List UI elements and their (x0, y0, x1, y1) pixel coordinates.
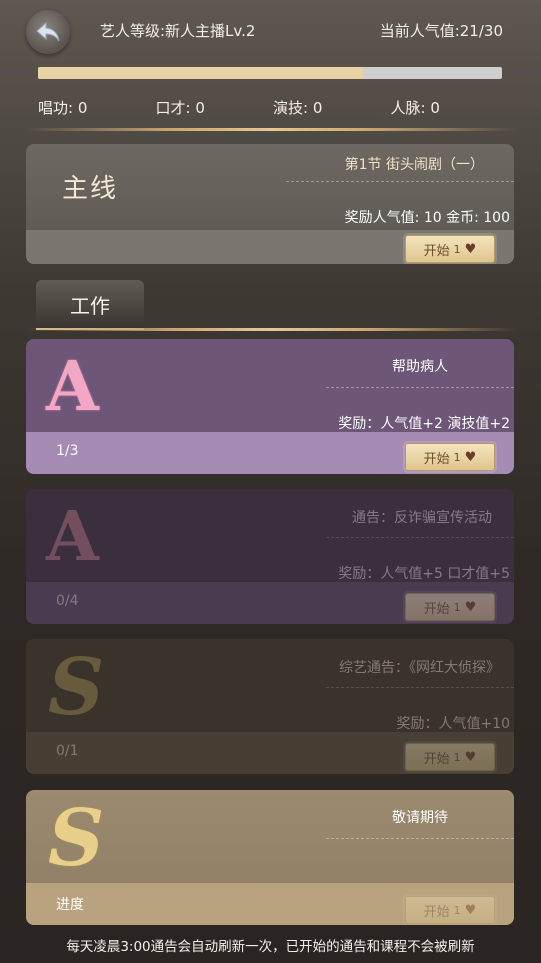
job-reward: 奖励：人气值+5 口才值+5 (338, 566, 510, 582)
popularity-value: 当前人气值:21/30 (379, 22, 503, 40)
job-title: 综艺通告：《网红大侦探》 (339, 660, 500, 676)
refresh-note: 每天凌晨3:00通告会自动刷新一次，已开始的通告和课程不会被刷新 (66, 939, 475, 955)
heart-icon: ♥ (464, 749, 477, 765)
job-card[interactable]: S 综艺通告：《网红大侦探》 奖励：人气值+10 0/1 开始 1 ♥ (26, 639, 514, 774)
main-quest-card[interactable]: 主线 第1节 街头闹剧（一） 奖励人气值: 10 金币: 100 开始 1 ♥ (26, 144, 514, 264)
start-label: 开始 (423, 243, 450, 259)
main-quest-reward: 奖励人气值: 10 金币: 100 (344, 210, 510, 226)
start-label: 开始 (423, 904, 450, 920)
start-cost: 1 (453, 750, 461, 764)
start-cost: 1 (453, 242, 461, 256)
heart-icon: ♥ (464, 902, 477, 918)
heart-icon: ♥ (464, 599, 477, 615)
job-progress-count: 0/4 (56, 593, 79, 609)
header-divider (26, 128, 516, 131)
popularity-progress-bar (38, 67, 502, 79)
heart-icon: ♥ (464, 449, 477, 465)
start-label: 开始 (423, 751, 450, 767)
dash-line (326, 537, 514, 538)
stat-connections: 人脉: 0 (390, 99, 440, 117)
artist-level: 艺人等级:新人主播Lv.2 (100, 22, 256, 40)
dash-line (326, 838, 514, 839)
start-cost: 1 (453, 600, 461, 614)
tab-work-label: 工作 (70, 293, 110, 318)
job-card[interactable]: A 帮助病人 奖励：人气值+2 演技值+2 1/3 开始 1 ♥ (26, 339, 514, 474)
job-start-button[interactable]: 开始 1 ♥ (405, 896, 495, 924)
main-quest-start-button[interactable]: 开始 1 ♥ (405, 235, 495, 263)
job-progress-count: 1/3 (56, 443, 79, 459)
job-progress-count: 进度 (56, 897, 84, 913)
job-start-button[interactable]: 开始 1 ♥ (405, 593, 495, 621)
popularity-progress-fill (38, 67, 363, 79)
start-label: 开始 (423, 451, 450, 467)
job-title: 敬请期待 (392, 810, 448, 826)
stat-eloquence: 口才: 0 (155, 99, 205, 117)
grade-a-icon: A (46, 347, 99, 427)
job-card[interactable]: S 敬请期待 进度 开始 1 ♥ (26, 790, 514, 925)
job-title: 帮助病人 (392, 359, 448, 375)
stat-singing: 唱功: 0 (38, 99, 88, 117)
start-cost: 1 (453, 903, 461, 917)
grade-s-icon: S (48, 793, 105, 884)
dash-line (326, 687, 514, 688)
grade-s-icon: S (48, 642, 105, 733)
job-title: 通告：反诈骗宣传活动 (352, 510, 492, 526)
dash-line (286, 181, 514, 182)
job-reward: 奖励：人气值+10 (396, 716, 510, 732)
job-progress-count: 0/1 (56, 743, 79, 759)
main-quest-title: 第1节 街头闹剧（一） (344, 157, 484, 173)
grade-a-icon: A (46, 497, 99, 577)
back-arrow-icon (36, 21, 60, 42)
job-reward: 奖励：人气值+2 演技值+2 (338, 416, 510, 432)
stats-row: 唱功: 0 口才: 0 演技: 0 人脉: 0 (38, 97, 508, 118)
job-start-button[interactable]: 开始 1 ♥ (405, 743, 495, 771)
job-start-button[interactable]: 开始 1 ♥ (405, 443, 495, 471)
tab-work[interactable]: 工作 (36, 280, 144, 330)
heart-icon: ♥ (464, 241, 477, 257)
job-card[interactable]: A 通告：反诈骗宣传活动 奖励：人气值+5 口才值+5 0/4 开始 1 ♥ (26, 489, 514, 624)
dash-line (326, 387, 514, 388)
start-cost: 1 (453, 450, 461, 464)
back-button[interactable] (26, 10, 70, 54)
stat-acting: 演技: 0 (273, 99, 323, 117)
main-quest-tag: 主线 (62, 174, 119, 204)
start-label: 开始 (423, 601, 450, 617)
tab-divider (26, 328, 516, 331)
